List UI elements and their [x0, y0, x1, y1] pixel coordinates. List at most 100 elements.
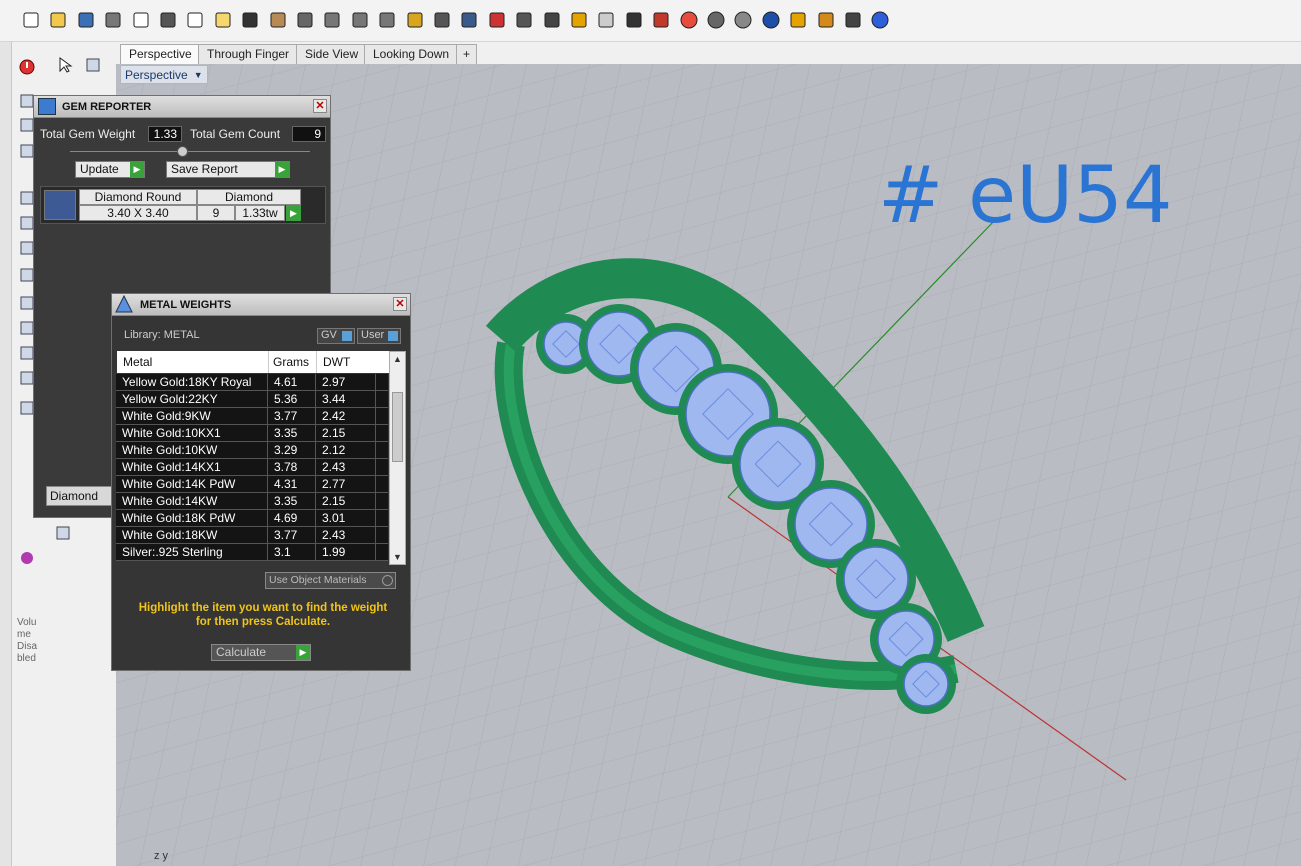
paste-icon[interactable] — [212, 9, 234, 31]
column-header-metal[interactable]: Metal — [117, 351, 269, 373]
selection-icon[interactable] — [842, 9, 864, 31]
select-gem-button[interactable]: ▶ — [286, 205, 301, 221]
tab-perspective[interactable]: Perspective — [120, 44, 201, 64]
tab-side-view[interactable]: Side View — [296, 44, 368, 64]
table-row[interactable]: White Gold:10KX1 3.35 2.15 — [116, 425, 388, 442]
update-button[interactable]: Update ▶ — [75, 161, 145, 178]
viewport-layout-icon[interactable] — [458, 9, 480, 31]
table-row[interactable]: White Gold:14KX1 3.78 2.43 — [116, 459, 388, 476]
point-tool-icon[interactable] — [82, 54, 104, 76]
update-label: Update — [80, 162, 119, 176]
cone-icon[interactable] — [52, 522, 74, 544]
grams-cell: 4.61 — [268, 374, 316, 390]
light-bulb-icon[interactable] — [595, 9, 617, 31]
import-icon[interactable] — [130, 9, 152, 31]
zoom-selected-icon[interactable] — [404, 9, 426, 31]
chevron-down-icon[interactable]: ▼ — [393, 552, 402, 562]
table-row[interactable]: White Gold:9KW 3.77 2.42 — [116, 408, 388, 425]
dwt-cell: 3.01 — [316, 510, 376, 526]
total-gem-weight-label: Total Gem Weight — [40, 127, 136, 141]
new-file-icon[interactable] — [20, 9, 42, 31]
undo-view-icon[interactable] — [431, 9, 453, 31]
column-header-grams[interactable]: Grams — [269, 351, 317, 373]
library-label: Library: METAL — [124, 329, 200, 341]
lock-icon[interactable] — [623, 9, 645, 31]
flask-icon — [114, 294, 134, 314]
color-wheel-icon[interactable] — [678, 9, 700, 31]
gear-icon[interactable] — [815, 9, 837, 31]
play-icon: ▶ — [130, 162, 144, 177]
metal-name-cell: Yellow Gold:22KY — [116, 391, 268, 407]
close-icon[interactable]: ✕ — [393, 297, 407, 311]
select-arrow-icon[interactable] — [54, 54, 76, 76]
table-row[interactable]: White Gold:14K PdW 4.31 2.77 — [116, 476, 388, 493]
save-report-button[interactable]: Save Report ▶ — [166, 161, 290, 178]
save-icon[interactable] — [75, 9, 97, 31]
metal-instruction-note: Highlight the item you want to find the … — [118, 601, 408, 629]
gv-toggle[interactable]: GV — [317, 328, 355, 344]
calculate-button[interactable]: Calculate ▶ — [211, 644, 311, 661]
close-icon[interactable]: ✕ — [313, 99, 327, 113]
shade-icon[interactable] — [705, 9, 727, 31]
grams-cell: 3.1 — [268, 544, 316, 560]
table-row[interactable]: White Gold:18KW 3.77 2.43 — [116, 527, 388, 544]
dwt-cell: 2.97 — [316, 374, 376, 390]
metal-weights-titlebar[interactable]: METAL WEIGHTS ✕ — [112, 294, 410, 316]
tools-icon[interactable] — [787, 9, 809, 31]
gem-count: 9 — [197, 205, 235, 221]
render-icon[interactable] — [732, 9, 754, 31]
material-sphere-icon[interactable] — [760, 9, 782, 31]
table-row[interactable]: Silver:.925 Sterling 3.1 1.99 — [116, 544, 388, 561]
size-slider-thumb[interactable] — [177, 146, 188, 157]
pan-hand-icon[interactable] — [267, 9, 289, 31]
chevron-up-icon[interactable]: ▲ — [393, 354, 402, 364]
metal-name-cell: Silver:.925 Sterling — [116, 544, 268, 560]
gem-type-select[interactable]: Diamond( — [46, 486, 122, 506]
copy-icon[interactable] — [184, 9, 206, 31]
size-slider-track[interactable] — [70, 151, 310, 152]
viewport-title[interactable]: Perspective ▼ — [120, 65, 208, 84]
tab-looking-down[interactable]: Looking Down — [364, 44, 459, 64]
table-row[interactable]: Yellow Gold:18KY Royal 4.61 2.97 — [116, 374, 388, 391]
object-snap-icon[interactable] — [513, 9, 535, 31]
metal-name-cell: Yellow Gold:18KY Royal — [116, 374, 268, 390]
rotate-view-icon[interactable] — [294, 9, 316, 31]
user-toggle[interactable]: User — [357, 328, 401, 344]
gem-tool-icon[interactable] — [16, 547, 38, 569]
column-header-dwt[interactable]: DWT — [317, 351, 377, 373]
add-tab-button[interactable]: + — [456, 44, 478, 64]
open-folder-icon[interactable] — [47, 9, 69, 31]
scrollbar-thumb[interactable] — [392, 392, 403, 462]
table-row[interactable]: White Gold:18K PdW 4.69 3.01 — [116, 510, 388, 527]
grams-cell: 3.78 — [268, 459, 316, 475]
zoom-window-icon[interactable] — [349, 9, 371, 31]
table-row[interactable]: White Gold:10KW 3.29 2.12 — [116, 442, 388, 459]
handwritten-annotation: # eU54 — [878, 151, 1172, 241]
table-row[interactable]: Yellow Gold:22KY 5.36 3.44 — [116, 391, 388, 408]
cut-icon[interactable] — [157, 9, 179, 31]
point-icon[interactable] — [541, 9, 563, 31]
dwt-cell: 2.77 — [316, 476, 376, 492]
tab-through-finger[interactable]: Through Finger — [198, 44, 299, 64]
grams-cell: 3.77 — [268, 527, 316, 543]
metal-table-scrollbar[interactable]: ▲ ▼ — [389, 351, 406, 565]
dwt-cell: 2.15 — [316, 425, 376, 441]
stop-icon[interactable] — [16, 56, 38, 78]
select-points-icon[interactable] — [568, 9, 590, 31]
gem-thumbnail — [44, 190, 76, 220]
table-row[interactable]: White Gold:14KW 3.35 2.15 — [116, 493, 388, 510]
grams-cell: 3.77 — [268, 408, 316, 424]
undo-icon[interactable] — [239, 9, 261, 31]
use-object-materials-option[interactable]: Use Object Materials — [265, 572, 396, 589]
zoom-extents-icon[interactable] — [376, 9, 398, 31]
car-icon[interactable] — [486, 9, 508, 31]
help-icon[interactable] — [869, 9, 891, 31]
print-icon[interactable] — [102, 9, 124, 31]
dwt-cell: 2.42 — [316, 408, 376, 424]
layer-icon[interactable] — [650, 9, 672, 31]
gem-reporter-titlebar[interactable]: GEM REPORTER ✕ — [34, 96, 330, 118]
metal-name-cell: White Gold:9KW — [116, 408, 268, 424]
chevron-down-icon[interactable]: ▼ — [194, 70, 203, 80]
grams-cell: 3.29 — [268, 442, 316, 458]
zoom-icon[interactable] — [321, 9, 343, 31]
